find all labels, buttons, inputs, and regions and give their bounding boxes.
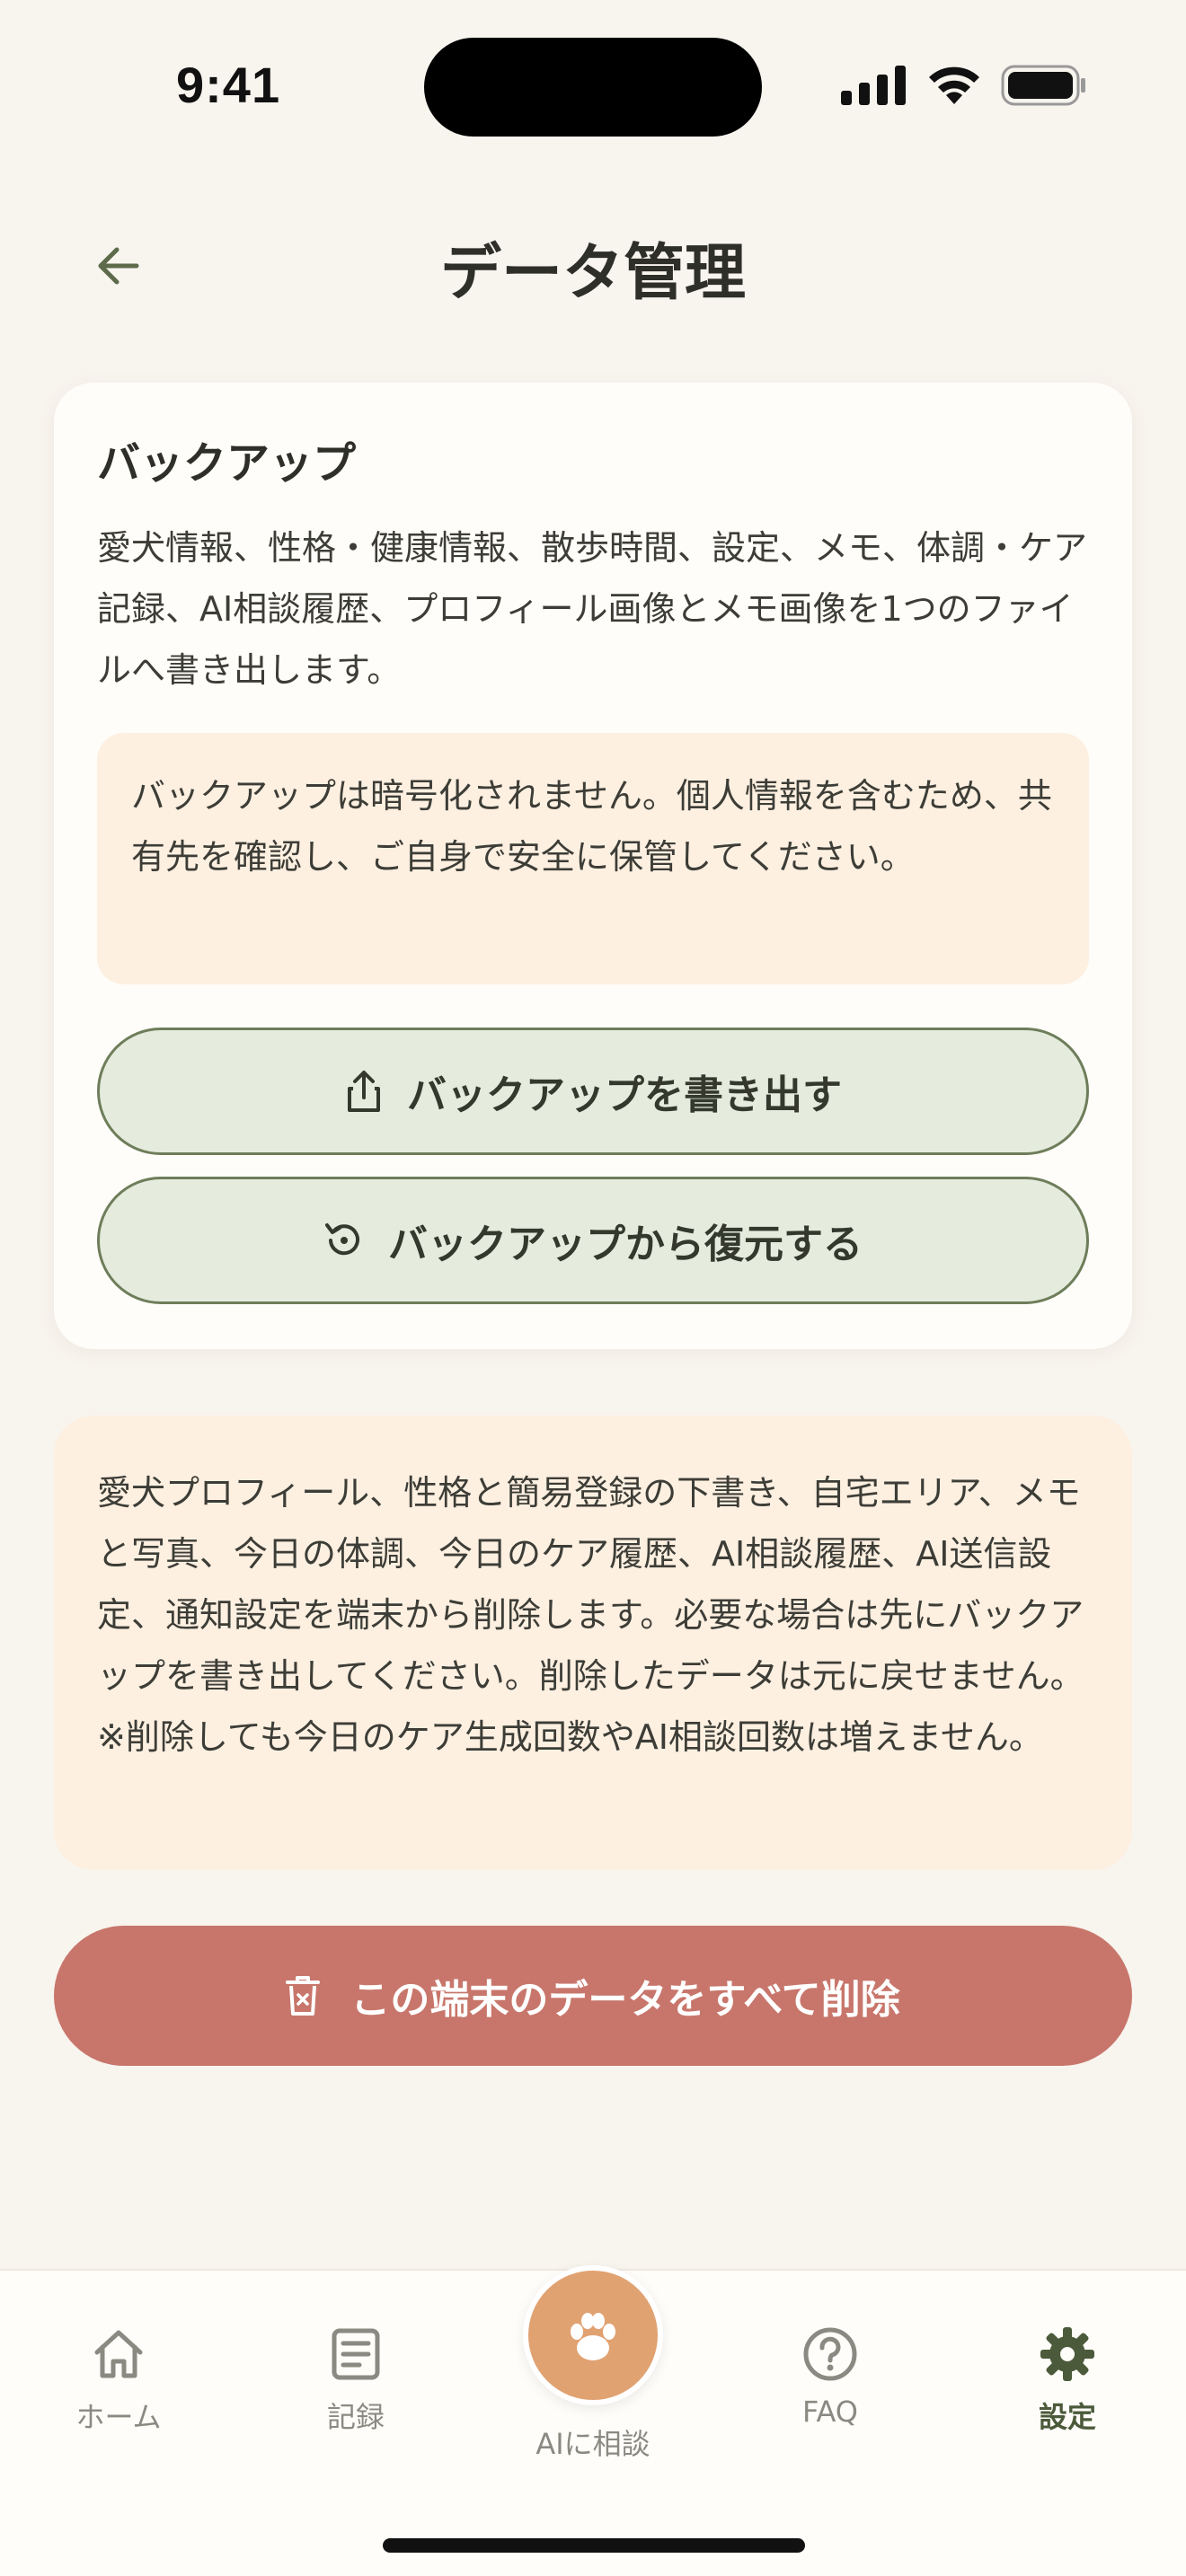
tab-ai-label: AIに相談: [535, 2427, 651, 2461]
restore-icon: [325, 1223, 359, 1256]
trash-icon: [286, 1976, 321, 2016]
delete-all-data-label: この端末のデータをすべて削除: [350, 1977, 900, 2023]
gear-icon: [1036, 2323, 1099, 2386]
tab-faq-label: FAQ: [802, 2395, 858, 2429]
tab-bar: ホーム 記録 AIに相談 FAQ 設定: [0, 2265, 1186, 2576]
status-time: 9:41: [176, 57, 281, 113]
tab-faq[interactable]: FAQ: [740, 2323, 920, 2457]
delete-info-text: 愛犬プロフィール、性格と簡易登録の下書き、自宅エリア、メモと写真、今日の体調、今…: [97, 1473, 1084, 1757]
backup-warning-text: バックアップは暗号化されません。個人情報を含むため、共有先を確認し、ご自身で安全…: [131, 776, 1052, 877]
question-circle-icon: [799, 2323, 862, 2386]
home-indicator: [383, 2538, 805, 2553]
share-icon: [348, 1071, 380, 1112]
backup-description: 愛犬情報、性格・健康情報、散歩時間、設定、メモ、体調・ケア記録、AI相談履歴、プ…: [97, 528, 1088, 690]
backup-card: バックアップ 愛犬情報、性格・健康情報、散歩時間、設定、メモ、体調・ケア記録、A…: [54, 383, 1132, 1349]
signal-icon: [841, 66, 906, 105]
tab-records[interactable]: 記録: [266, 2323, 446, 2457]
delete-all-data-button[interactable]: この端末のデータをすべて削除: [54, 1926, 1132, 2066]
wifi-icon: [929, 66, 979, 104]
tab-settings-label: 設定: [1038, 2400, 1096, 2434]
backup-card-title: バックアップ: [97, 438, 357, 489]
restore-backup-label: バックアップから復元する: [388, 1222, 863, 1267]
tab-home[interactable]: ホーム: [29, 2323, 208, 2457]
paw-icon: [571, 2313, 615, 2360]
export-backup-label: バックアップを書き出す: [407, 1072, 842, 1118]
status-icons: [841, 63, 1087, 108]
battery-icon: [1001, 65, 1085, 106]
page-title: データ管理: [439, 238, 746, 309]
ai-consult-button[interactable]: [523, 2265, 663, 2405]
backup-warning: バックアップは暗号化されません。個人情報を含むため、共有先を確認し、ご自身で安全…: [97, 733, 1089, 984]
tab-home-label: ホーム: [75, 2400, 162, 2434]
dynamic-island: [424, 38, 762, 137]
document-icon: [324, 2323, 387, 2386]
delete-info-card: 愛犬プロフィール、性格と簡易登録の下書き、自宅エリア、メモと写真、今日の体調、今…: [54, 1416, 1132, 1870]
tab-settings[interactable]: 設定: [978, 2323, 1157, 2457]
restore-backup-button[interactable]: バックアップから復元する: [97, 1177, 1089, 1304]
home-icon: [87, 2323, 150, 2386]
tab-records-label: 記録: [326, 2400, 385, 2434]
export-backup-button[interactable]: バックアップを書き出す: [97, 1028, 1089, 1155]
data-management-screen: 9:41 データ管理 バックアップ 愛犬情報、性格・健康情報、散歩時間、設定、メ…: [0, 0, 1186, 2576]
